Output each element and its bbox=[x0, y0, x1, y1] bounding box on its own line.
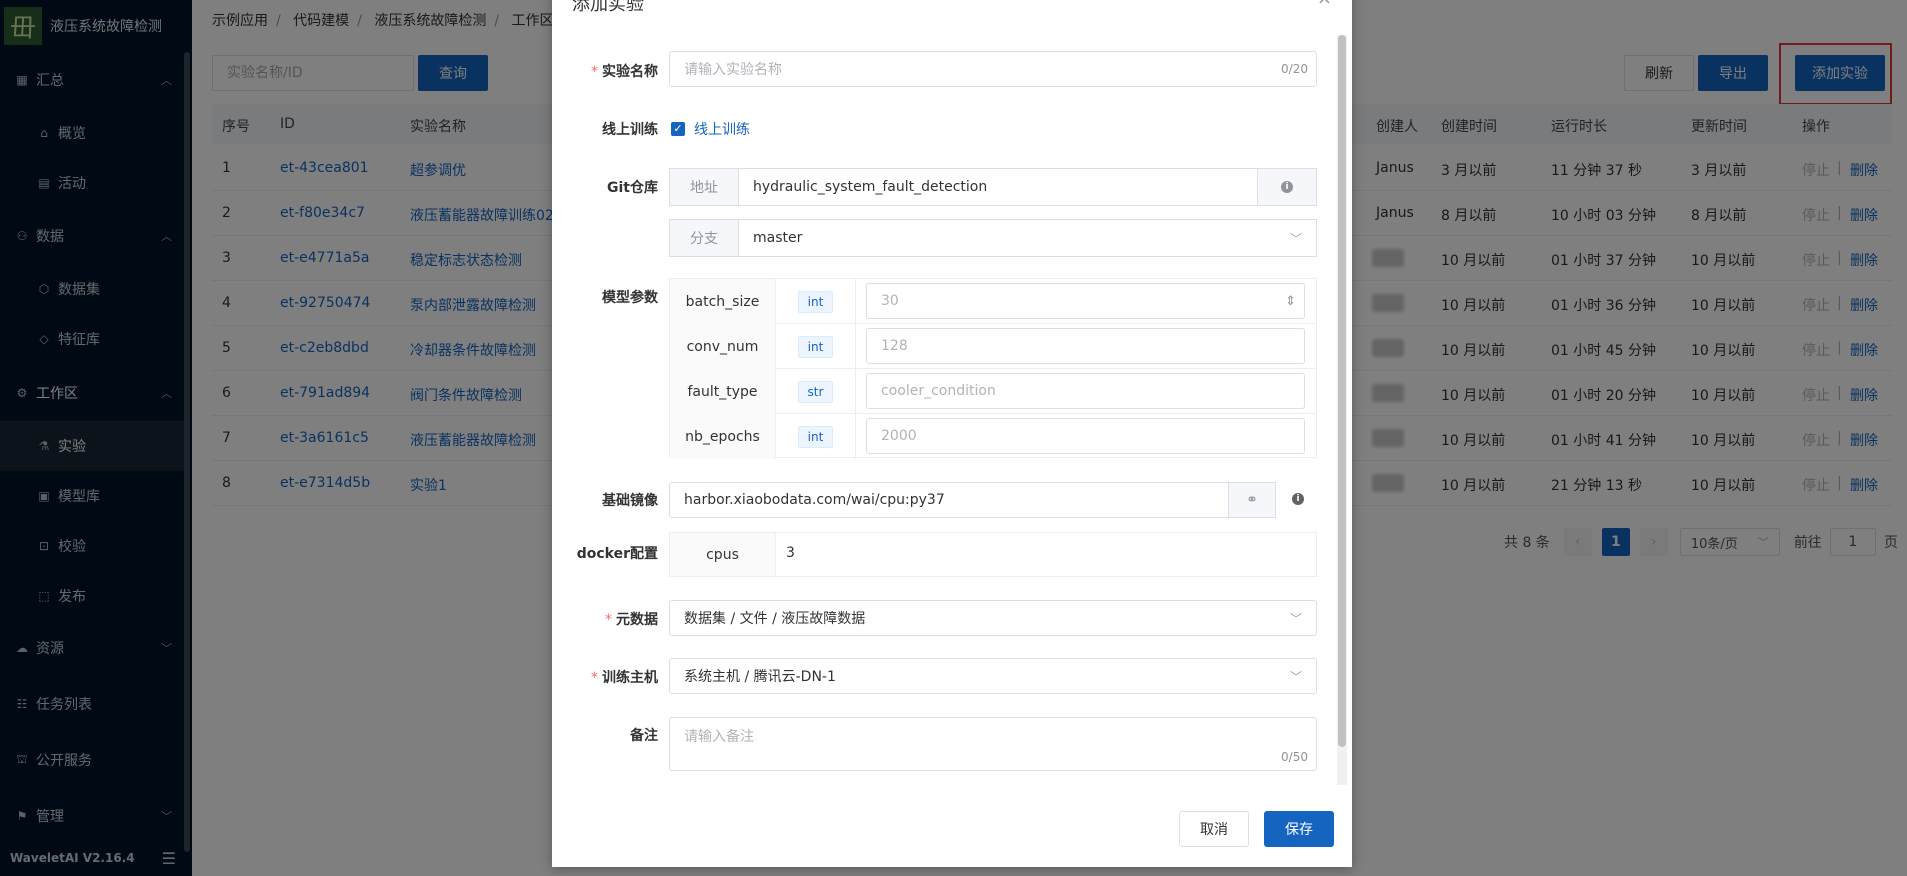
git-address-prefix: 地址 bbox=[669, 168, 739, 206]
model-params-table: batch_size int 30 ⇕ conv_num int 128 faul… bbox=[669, 278, 1317, 459]
field-label-host: * 训练主机 bbox=[591, 670, 658, 686]
experiment-name-input[interactable]: 请输入实验名称 0/20 bbox=[669, 51, 1317, 87]
git-branch-value: master bbox=[753, 230, 803, 246]
param-name: batch_size bbox=[670, 279, 776, 324]
link-icon[interactable]: ⚭ bbox=[1228, 482, 1276, 518]
chevron-down-icon: ﹀ bbox=[1289, 669, 1302, 684]
param-value-input[interactable]: 30 ⇕ bbox=[866, 283, 1305, 319]
docker-config-table: cpus 3 bbox=[669, 532, 1317, 577]
dialog-title: 添加实验 bbox=[572, 0, 644, 15]
training-host-value: 系统主机 / 腾讯云-DN-1 bbox=[684, 669, 836, 685]
param-type-tag: int bbox=[797, 290, 834, 313]
git-branch-select[interactable]: master ﹀ bbox=[738, 219, 1317, 257]
param-row: nb_epochs int 2000 bbox=[670, 414, 1316, 459]
field-label-name: * 实验名称 bbox=[591, 64, 658, 80]
chevron-down-icon: ﹀ bbox=[1289, 611, 1302, 626]
dialog-scrollbar[interactable] bbox=[1337, 35, 1347, 785]
param-row: batch_size int 30 ⇕ bbox=[670, 279, 1316, 324]
placeholder: 请输入备注 bbox=[684, 729, 754, 745]
param-type-tag: int bbox=[797, 425, 834, 448]
param-value-input[interactable]: 128 bbox=[866, 328, 1305, 364]
field-label-git: Git仓库 bbox=[607, 180, 658, 196]
note-textarea[interactable]: 请输入备注 0/50 bbox=[669, 717, 1317, 771]
param-row: fault_type str cooler_condition bbox=[670, 369, 1316, 414]
chevron-down-icon: ﹀ bbox=[1289, 231, 1302, 246]
stepper-icon[interactable]: ⇕ bbox=[1285, 294, 1296, 309]
param-name: conv_num bbox=[670, 324, 776, 369]
field-label-docker: docker配置 bbox=[576, 546, 658, 562]
git-branch-prefix: 分支 bbox=[669, 219, 739, 257]
docker-key: cpus bbox=[670, 533, 776, 576]
metadata-select[interactable]: 数据集 / 文件 / 液压故障数据 ﹀ bbox=[669, 600, 1317, 636]
docker-value[interactable]: 3 bbox=[786, 545, 795, 561]
online-training-checkbox[interactable]: ✓ bbox=[671, 122, 685, 136]
git-address-input[interactable]: hydraulic_system_fault_detection bbox=[738, 168, 1258, 206]
cancel-button[interactable]: 取消 bbox=[1179, 811, 1249, 847]
char-counter: 0/50 bbox=[1281, 750, 1308, 764]
field-label-online: 线上训练 bbox=[602, 122, 658, 138]
param-type-tag: str bbox=[797, 380, 834, 403]
field-label-image: 基础镜像 bbox=[602, 493, 658, 509]
metadata-value: 数据集 / 文件 / 液压故障数据 bbox=[684, 611, 866, 627]
field-label-params: 模型参数 bbox=[602, 290, 658, 306]
placeholder: 请输入实验名称 bbox=[684, 62, 782, 78]
info-icon[interactable]: i bbox=[1292, 493, 1304, 505]
param-value-input[interactable]: cooler_condition bbox=[866, 373, 1305, 409]
training-host-select[interactable]: 系统主机 / 腾讯云-DN-1 ﹀ bbox=[669, 658, 1317, 694]
close-icon[interactable]: × bbox=[1317, 0, 1332, 9]
info-icon[interactable]: i bbox=[1257, 168, 1317, 206]
base-image-input[interactable]: harbor.xiaobodata.com/wai/cpu:py37 bbox=[669, 482, 1229, 518]
char-counter: 0/20 bbox=[1281, 62, 1308, 76]
base-image-value: harbor.xiaobodata.com/wai/cpu:py37 bbox=[684, 492, 945, 508]
param-row: conv_num int 128 bbox=[670, 324, 1316, 369]
param-name: fault_type bbox=[670, 369, 776, 414]
git-address-value: hydraulic_system_fault_detection bbox=[753, 179, 988, 195]
online-training-checkbox-label[interactable]: 线上训练 bbox=[694, 119, 750, 139]
field-label-metadata: * 元数据 bbox=[605, 612, 658, 628]
param-name: nb_epochs bbox=[670, 414, 776, 459]
add-experiment-dialog: 添加实验 × *实验名称 请输入实验名称 0/20 线上训练 ✓ 线上训练 Gi… bbox=[552, 0, 1352, 867]
param-value-input[interactable]: 2000 bbox=[866, 418, 1305, 454]
param-type-tag: int bbox=[797, 335, 834, 358]
save-button[interactable]: 保存 bbox=[1264, 811, 1334, 847]
field-label-note: 备注 bbox=[630, 728, 658, 744]
